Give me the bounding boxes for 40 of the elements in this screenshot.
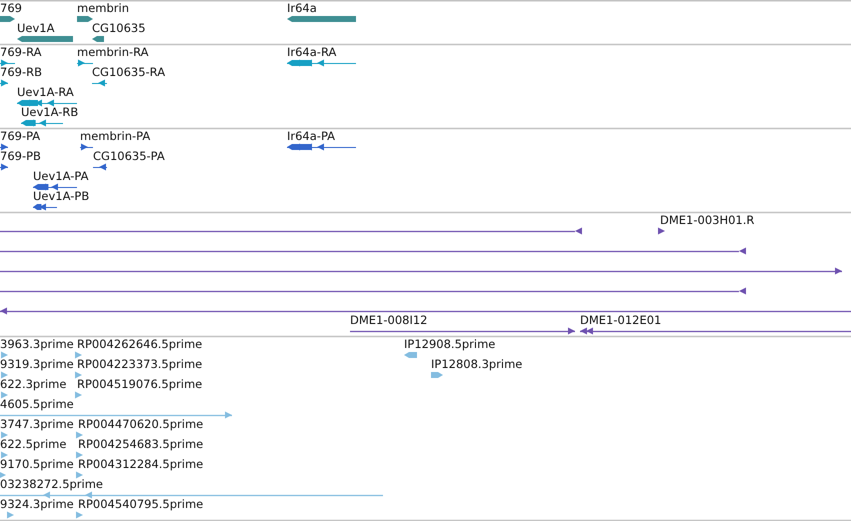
feature-label: RP004254683.5prime	[78, 437, 204, 451]
feature-label: 3963.3prime	[0, 337, 74, 351]
feature-label: Ir64a-RA	[287, 45, 336, 59]
feature-label: 769-PB	[0, 149, 41, 163]
feature-label: 3747.3prime	[0, 417, 74, 431]
feature-label: 769-PA	[0, 129, 40, 143]
feature-label: Uev1A-PB	[33, 189, 90, 203]
feature-label: RP004312284.5prime	[78, 457, 204, 471]
feature-label: Uev1A-PA	[33, 169, 88, 183]
feature-label: CG10635-PA	[93, 149, 165, 163]
feature-label: RP004540795.5prime	[78, 497, 204, 511]
feature-label: 9324.3prime	[0, 497, 74, 511]
feature-label: Uev1A-RA	[17, 85, 74, 99]
feature-label: IP12908.5prime	[404, 337, 496, 351]
feature-label: 769-RB	[0, 65, 42, 79]
feature-label: 622.3prime	[0, 377, 66, 391]
feature-label: CG10635	[92, 21, 146, 35]
feature-label: Ir64a-PA	[287, 129, 336, 143]
feature-label: 4605.5prime	[0, 397, 74, 411]
feature-label: membrin-PA	[80, 129, 150, 143]
feature-label: RP004519076.5prime	[77, 377, 202, 391]
feature-label: DME1-012E01	[580, 313, 662, 327]
feature-label: DME1-003H01.R	[660, 213, 754, 227]
feature-label: Uev1A	[17, 21, 54, 35]
feature-label: IP12808.3prime	[431, 357, 522, 371]
feature-label: membrin	[77, 1, 129, 15]
feature-label: RP004223373.5prime	[77, 357, 202, 371]
feature-label: 9170.5prime	[0, 457, 74, 471]
feature-label: DME1-008I12	[350, 313, 428, 327]
feature-label: membrin-RA	[77, 45, 149, 59]
feature-label: 769	[0, 1, 22, 15]
feature-label: Ir64a	[287, 1, 317, 15]
feature-label: RP004262646.5prime	[77, 337, 202, 351]
feature-label: 769-RA	[0, 45, 42, 59]
feature-label: 622.5prime	[0, 437, 66, 451]
feature-label: RP004470620.5prime	[78, 417, 204, 431]
feature-label: Uev1A-RB	[21, 105, 78, 119]
feature-label: 9319.3prime	[0, 357, 74, 371]
feature-label: 03238272.5prime	[0, 477, 104, 491]
feature-label: CG10635-RA	[92, 65, 166, 79]
